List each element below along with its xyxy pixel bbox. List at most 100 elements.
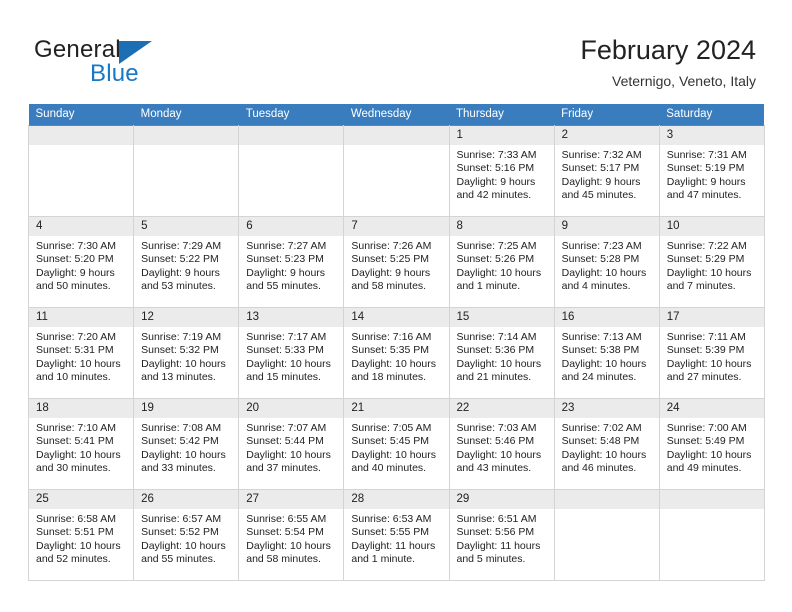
daylight-text: Daylight: 10 hours and 15 minutes.	[246, 357, 331, 384]
calendar-day-cell[interactable]: 21 Sunrise: 7:05 AM Sunset: 5:45 PM Dayl…	[343, 398, 450, 490]
sunrise-text: Sunrise: 7:08 AM	[141, 422, 222, 434]
weekday-header-friday: Friday	[554, 104, 660, 126]
daylight-text: Daylight: 10 hours and 40 minutes.	[351, 448, 437, 475]
sunrise-text: Sunrise: 7:03 AM	[456, 422, 537, 434]
day-number	[239, 126, 344, 145]
daylight-text: Daylight: 11 hours and 5 minutes.	[456, 539, 541, 566]
sunrise-text: Sunrise: 7:00 AM	[666, 422, 747, 434]
weekday-header-sunday: Sunday	[28, 104, 134, 126]
calendar-day-cell[interactable]	[238, 125, 345, 217]
sunset-text: Sunset: 5:32 PM	[141, 344, 219, 357]
calendar-day-cell[interactable]: 22 Sunrise: 7:03 AM Sunset: 5:46 PM Dayl…	[448, 398, 555, 490]
calendar-day-cell[interactable]: 7 Sunrise: 7:26 AM Sunset: 5:25 PM Dayli…	[343, 216, 450, 308]
day-info: Sunrise: 6:51 AM Sunset: 5:56 PM Dayligh…	[450, 509, 554, 567]
daylight-text: Daylight: 10 hours and 27 minutes.	[666, 357, 752, 384]
calendar-day-cell[interactable]: 11 Sunrise: 7:20 AM Sunset: 5:31 PM Dayl…	[27, 307, 135, 399]
calendar-day-cell[interactable]	[343, 125, 450, 217]
calendar-day-cell[interactable]: 24 Sunrise: 7:00 AM Sunset: 5:49 PM Dayl…	[658, 398, 765, 490]
daylight-text: Daylight: 11 hours and 1 minute.	[351, 539, 436, 566]
daylight-text: Daylight: 9 hours and 42 minutes.	[456, 175, 536, 202]
weekday-header-monday: Monday	[133, 104, 239, 126]
general-blue-logo[interactable]: General Blue	[34, 36, 214, 88]
day-number: 18	[29, 399, 134, 418]
calendar-day-cell[interactable]: 10 Sunrise: 7:22 AM Sunset: 5:29 PM Dayl…	[658, 216, 765, 308]
sunrise-text: Sunrise: 7:02 AM	[561, 422, 642, 434]
calendar-day-cell[interactable]: 26 Sunrise: 6:57 AM Sunset: 5:52 PM Dayl…	[133, 489, 240, 581]
day-info: Sunrise: 7:30 AM Sunset: 5:20 PM Dayligh…	[29, 236, 133, 294]
calendar-day-cell[interactable]	[658, 489, 765, 581]
sunset-text: Sunset: 5:51 PM	[36, 526, 114, 539]
weekday-header-tuesday: Tuesday	[238, 104, 344, 126]
sunset-text: Sunset: 5:38 PM	[561, 344, 640, 357]
day-number: 29	[449, 490, 554, 509]
day-info: Sunrise: 7:32 AM Sunset: 5:17 PM Dayligh…	[555, 145, 659, 203]
calendar-week-row: 1 Sunrise: 7:33 AM Sunset: 5:16 PM Dayli…	[27, 125, 765, 217]
sunset-text: Sunset: 5:44 PM	[246, 435, 324, 448]
calendar-day-cell[interactable]: 13 Sunrise: 7:17 AM Sunset: 5:33 PM Dayl…	[238, 307, 345, 399]
day-info: Sunrise: 7:14 AM Sunset: 5:36 PM Dayligh…	[450, 327, 554, 385]
sunrise-text: Sunrise: 6:53 AM	[351, 513, 432, 525]
calendar-day-cell[interactable]: 6 Sunrise: 7:27 AM Sunset: 5:23 PM Dayli…	[238, 216, 345, 308]
calendar-week-row: 4 Sunrise: 7:30 AM Sunset: 5:20 PM Dayli…	[27, 216, 765, 308]
day-number: 24	[659, 399, 764, 418]
daylight-text: Daylight: 9 hours and 50 minutes.	[36, 266, 115, 293]
daylight-text: Daylight: 10 hours and 46 minutes.	[561, 448, 647, 475]
calendar-day-cell[interactable]: 4 Sunrise: 7:30 AM Sunset: 5:20 PM Dayli…	[27, 216, 135, 308]
calendar-day-cell[interactable]: 1 Sunrise: 7:33 AM Sunset: 5:16 PM Dayli…	[448, 125, 555, 217]
day-info: Sunrise: 7:05 AM Sunset: 5:45 PM Dayligh…	[344, 418, 448, 476]
calendar-day-cell[interactable]: 8 Sunrise: 7:25 AM Sunset: 5:26 PM Dayli…	[448, 216, 555, 308]
sunset-text: Sunset: 5:22 PM	[141, 253, 219, 266]
weekday-header-wednesday: Wednesday	[343, 104, 449, 126]
day-number: 23	[554, 399, 659, 418]
sunrise-text: Sunrise: 7:30 AM	[36, 240, 116, 252]
calendar-day-cell[interactable]: 15 Sunrise: 7:14 AM Sunset: 5:36 PM Dayl…	[448, 307, 555, 399]
sunrise-text: Sunrise: 7:26 AM	[351, 240, 432, 252]
day-number	[344, 126, 449, 145]
sunset-text: Sunset: 5:33 PM	[246, 344, 324, 357]
sunrise-text: Sunrise: 7:11 AM	[666, 331, 746, 343]
calendar-day-cell[interactable]: 16 Sunrise: 7:13 AM Sunset: 5:38 PM Dayl…	[553, 307, 660, 399]
sunset-text: Sunset: 5:29 PM	[666, 253, 745, 266]
calendar-day-cell[interactable]: 9 Sunrise: 7:23 AM Sunset: 5:28 PM Dayli…	[553, 216, 660, 308]
calendar-day-cell[interactable]: 12 Sunrise: 7:19 AM Sunset: 5:32 PM Dayl…	[133, 307, 240, 399]
calendar-day-cell[interactable]: 18 Sunrise: 7:10 AM Sunset: 5:41 PM Dayl…	[27, 398, 135, 490]
day-info: Sunrise: 7:22 AM Sunset: 5:29 PM Dayligh…	[660, 236, 764, 294]
sunset-text: Sunset: 5:26 PM	[456, 253, 535, 266]
daylight-text: Daylight: 10 hours and 33 minutes.	[141, 448, 226, 475]
calendar-day-cell[interactable]: 5 Sunrise: 7:29 AM Sunset: 5:22 PM Dayli…	[133, 216, 240, 308]
sunrise-text: Sunrise: 7:31 AM	[666, 149, 747, 161]
calendar-day-cell[interactable]: 25 Sunrise: 6:58 AM Sunset: 5:51 PM Dayl…	[27, 489, 135, 581]
day-number: 25	[29, 490, 134, 509]
calendar-day-cell[interactable]	[133, 125, 240, 217]
calendar-day-cell[interactable]: 14 Sunrise: 7:16 AM Sunset: 5:35 PM Dayl…	[343, 307, 450, 399]
sunrise-text: Sunrise: 7:33 AM	[456, 149, 537, 161]
calendar-day-cell[interactable]: 17 Sunrise: 7:11 AM Sunset: 5:39 PM Dayl…	[658, 307, 765, 399]
day-info: Sunrise: 7:10 AM Sunset: 5:41 PM Dayligh…	[29, 418, 133, 476]
calendar-day-cell[interactable]: 19 Sunrise: 7:08 AM Sunset: 5:42 PM Dayl…	[133, 398, 240, 490]
sunset-text: Sunset: 5:36 PM	[456, 344, 535, 357]
calendar-day-cell[interactable]: 28 Sunrise: 6:53 AM Sunset: 5:55 PM Dayl…	[343, 489, 450, 581]
daylight-text: Daylight: 10 hours and 13 minutes.	[141, 357, 226, 384]
day-number: 19	[134, 399, 239, 418]
calendar-day-cell[interactable]: 27 Sunrise: 6:55 AM Sunset: 5:54 PM Dayl…	[238, 489, 345, 581]
day-info: Sunrise: 7:02 AM Sunset: 5:48 PM Dayligh…	[555, 418, 659, 476]
day-number: 3	[659, 126, 764, 145]
day-number: 7	[344, 217, 449, 236]
daylight-text: Daylight: 10 hours and 30 minutes.	[36, 448, 121, 475]
sunrise-text: Sunrise: 7:14 AM	[456, 331, 537, 343]
sunset-text: Sunset: 5:49 PM	[666, 435, 745, 448]
day-number: 9	[554, 217, 659, 236]
calendar-day-cell[interactable]: 29 Sunrise: 6:51 AM Sunset: 5:56 PM Dayl…	[448, 489, 555, 581]
calendar-day-cell[interactable]	[27, 125, 135, 217]
calendar-day-cell[interactable]: 20 Sunrise: 7:07 AM Sunset: 5:44 PM Dayl…	[238, 398, 345, 490]
sunset-text: Sunset: 5:41 PM	[36, 435, 114, 448]
calendar-day-cell[interactable]	[553, 489, 660, 581]
calendar-day-cell[interactable]: 2 Sunrise: 7:32 AM Sunset: 5:17 PM Dayli…	[553, 125, 660, 217]
sunset-text: Sunset: 5:56 PM	[456, 526, 535, 539]
sunset-text: Sunset: 5:19 PM	[666, 162, 745, 175]
calendar-day-cell[interactable]: 23 Sunrise: 7:02 AM Sunset: 5:48 PM Dayl…	[553, 398, 660, 490]
calendar-day-cell[interactable]: 3 Sunrise: 7:31 AM Sunset: 5:19 PM Dayli…	[658, 125, 765, 217]
daylight-text: Daylight: 10 hours and 58 minutes.	[246, 539, 331, 566]
day-number: 16	[554, 308, 659, 327]
sunset-text: Sunset: 5:46 PM	[456, 435, 535, 448]
